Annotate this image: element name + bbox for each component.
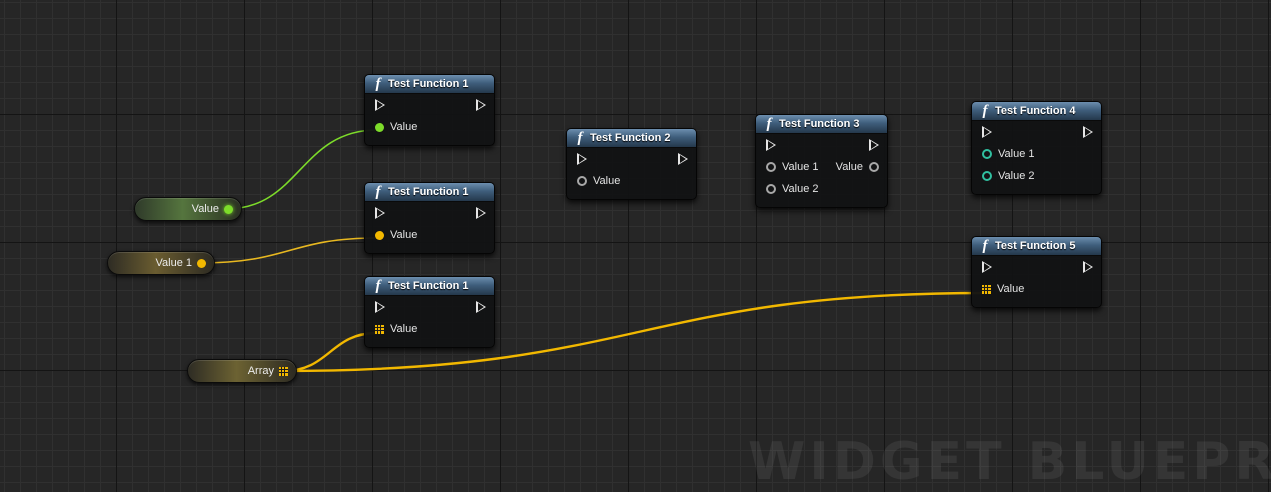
exec-input-pin-icon[interactable] (375, 207, 385, 219)
function-icon: f (766, 115, 772, 132)
exec-row (365, 296, 494, 318)
variable-label: Value 1 (155, 257, 193, 269)
pin-label: Value 1 (998, 148, 1035, 160)
bool-input-pin-icon[interactable] (375, 122, 384, 132)
input-pin-row: Value 2 (756, 178, 887, 200)
variable-label: Value (191, 203, 219, 215)
pin-label: Value 2 (998, 170, 1035, 182)
node-title: Test Function 1 (388, 78, 469, 90)
function-node-test-function-1-array[interactable]: f Test Function 1 Value (364, 276, 495, 348)
node-header[interactable]: f Test Function 1 (365, 183, 494, 202)
function-node-test-function-4[interactable]: f Test Function 4 Value 1 Value 2 (971, 101, 1102, 195)
function-icon: f (375, 75, 381, 92)
exec-row (972, 121, 1101, 143)
variable-node-value[interactable]: Value (134, 197, 242, 221)
function-node-test-function-5[interactable]: f Test Function 5 Value (971, 236, 1102, 308)
input-pin-row: Value (365, 318, 494, 340)
function-node-test-function-1-int[interactable]: f Test Function 1 Value (364, 182, 495, 254)
exec-output-pin-icon[interactable] (1083, 261, 1093, 273)
wire-bool[interactable] (225, 129, 378, 210)
function-icon: f (982, 237, 988, 254)
wires-layer (198, 129, 986, 373)
node-header[interactable]: f Test Function 5 (972, 237, 1101, 256)
unconnected-input-pin-icon[interactable] (766, 184, 776, 194)
node-header[interactable]: f Test Function 4 (972, 102, 1101, 121)
wire-int[interactable] (198, 237, 378, 264)
function-icon: f (577, 129, 583, 146)
exec-output-pin-icon[interactable] (476, 301, 486, 313)
unconnected-input-pin-icon[interactable] (766, 162, 776, 172)
pin-label: Value 2 (782, 183, 819, 195)
struct-input-pin-icon[interactable] (982, 171, 992, 181)
function-icon: f (982, 102, 988, 119)
function-node-test-function-2[interactable]: f Test Function 2 Value (566, 128, 697, 200)
exec-row (567, 148, 696, 170)
input-pin-row: Value (365, 116, 494, 138)
node-title: Test Function 1 (388, 280, 469, 292)
exec-input-pin-icon[interactable] (982, 126, 992, 138)
node-header[interactable]: f Test Function 1 (365, 75, 494, 94)
input-pin-row: Value 2 (972, 165, 1101, 187)
input-pin-row: Value 1 Value (756, 156, 887, 178)
node-title: Test Function 3 (779, 118, 860, 130)
array-grid-pin-icon[interactable] (375, 324, 384, 334)
exec-input-pin-icon[interactable] (577, 153, 587, 165)
function-icon: f (375, 277, 381, 294)
output-pin-label: Value (835, 161, 863, 173)
exec-input-pin-icon[interactable] (766, 139, 776, 151)
variable-label: Array (247, 365, 274, 377)
unconnected-output-pin-icon[interactable] (869, 162, 879, 172)
pin-label: Value 1 (782, 161, 819, 173)
function-icon: f (375, 183, 381, 200)
function-node-test-function-1-bool[interactable]: f Test Function 1 Value (364, 74, 495, 146)
input-pin-row: Value 1 (972, 143, 1101, 165)
pin-label: Value (390, 323, 418, 335)
struct-input-pin-icon[interactable] (982, 149, 992, 159)
function-node-test-function-3[interactable]: f Test Function 3 Value 1 Value Value 2 (755, 114, 888, 208)
pin-label: Value (593, 175, 621, 187)
node-title: Test Function 5 (995, 240, 1076, 252)
input-pin-row: Value (365, 224, 494, 246)
exec-output-pin-icon[interactable] (1083, 126, 1093, 138)
exec-row (365, 202, 494, 224)
exec-row (972, 256, 1101, 278)
bool-output-pin-icon[interactable] (224, 204, 233, 214)
exec-output-pin-icon[interactable] (678, 153, 688, 165)
exec-output-pin-icon[interactable] (476, 207, 486, 219)
exec-input-pin-icon[interactable] (375, 99, 385, 111)
wire-array-to-fn1[interactable] (282, 331, 378, 373)
unconnected-input-pin-icon[interactable] (577, 176, 587, 186)
node-header[interactable]: f Test Function 3 (756, 115, 887, 134)
array-grid-pin-icon[interactable] (279, 366, 288, 376)
node-title: Test Function 1 (388, 186, 469, 198)
exec-input-pin-icon[interactable] (982, 261, 992, 273)
node-title: Test Function 4 (995, 105, 1076, 117)
exec-input-pin-icon[interactable] (375, 301, 385, 313)
exec-row (365, 94, 494, 116)
pin-label: Value (390, 229, 418, 241)
pin-label: Value (390, 121, 418, 133)
input-pin-row: Value (567, 170, 696, 192)
variable-node-value-1[interactable]: Value 1 (107, 251, 215, 275)
int-output-pin-icon[interactable] (197, 258, 206, 268)
exec-output-pin-icon[interactable] (869, 139, 879, 151)
exec-row (756, 134, 887, 156)
int-input-pin-icon[interactable] (375, 230, 384, 240)
pin-label: Value (997, 283, 1025, 295)
node-header[interactable]: f Test Function 1 (365, 277, 494, 296)
node-title: Test Function 2 (590, 132, 671, 144)
input-pin-row: Value (972, 278, 1101, 300)
array-grid-pin-icon[interactable] (982, 284, 991, 294)
graph-watermark: WIDGET BLUEPR (748, 432, 1271, 492)
blueprint-graph-canvas[interactable]: Value Value 1 Array f Test Function 1 Va… (0, 0, 1271, 492)
variable-node-array[interactable]: Array (187, 359, 297, 383)
exec-output-pin-icon[interactable] (476, 99, 486, 111)
node-header[interactable]: f Test Function 2 (567, 129, 696, 148)
